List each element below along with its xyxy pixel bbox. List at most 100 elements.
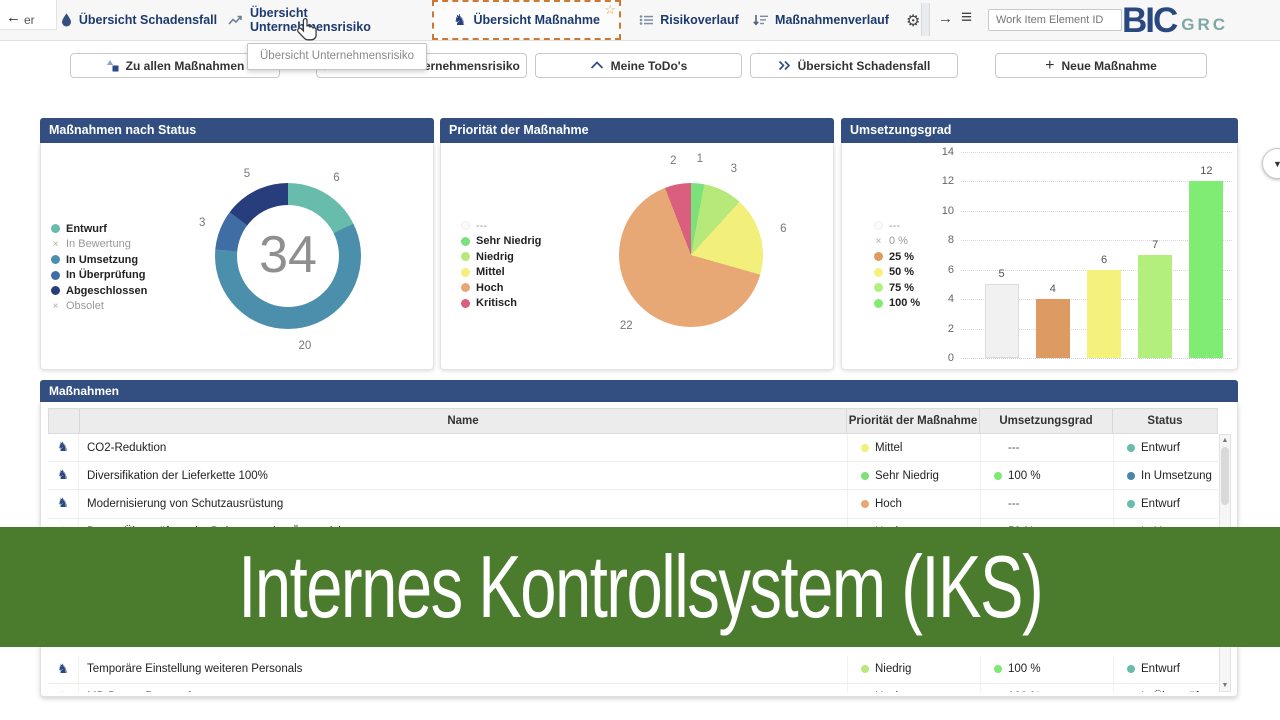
grad-legend-item[interactable]: 25 % [874, 249, 920, 265]
gridline [961, 152, 1232, 153]
toolbar-button-neue-ma-nahme[interactable]: +Neue Maßnahme [995, 53, 1207, 78]
column-header-umsetzungsgrad[interactable]: Umsetzungsgrad [979, 409, 1112, 433]
cell-priority: Mittel [847, 434, 980, 461]
bar-50[interactable] [1087, 270, 1121, 358]
cell-status: In Überprüfung [1113, 684, 1218, 692]
column-header-name[interactable]: Name [79, 409, 846, 433]
bic-grc-logo: BIC GRC [1122, 1, 1228, 39]
tab-ma-nahmenverlauf[interactable]: Maßnahmenverlauf [752, 0, 890, 40]
table-row[interactable]: ♞Modernisierung von SchutzausrüstungHoch… [48, 490, 1218, 518]
legend-label: 25 % [889, 251, 914, 263]
legend-dot-icon [461, 268, 470, 277]
legend-label: 100 % [889, 297, 920, 309]
status-donut-chart[interactable]: Entwurf ×In BewertungIn UmsetzungIn Überp… [40, 143, 434, 370]
column-header-icon[interactable] [49, 409, 79, 433]
table-row[interactable]: ♞MB-Demo: PenetrationstestHoch100 %In Üb… [48, 684, 1218, 692]
tab--bersicht-ma-nahme[interactable]: ♞Übersicht Maßnahme☆ [432, 0, 621, 40]
grad-legend-item[interactable]: --- [874, 218, 920, 234]
button-label: Neue Maßnahme [1061, 59, 1156, 73]
tooltip: Übersicht Unternehmensrisiko [247, 43, 427, 70]
legend-dot-icon [874, 283, 883, 292]
legend-dot-icon [874, 221, 883, 230]
tab--bersicht-unternehmensrisiko[interactable]: Übersicht Unternehmensrisiko [228, 0, 424, 40]
scroll-up-icon[interactable]: ▲ [1220, 437, 1230, 444]
legend-label: --- [476, 220, 487, 232]
legend-label: 0 % [889, 235, 908, 247]
pie-slice-value: 3 [731, 163, 737, 175]
status-legend-item[interactable]: Abgeschlossen [51, 283, 147, 299]
nav-remnant-panel: ← er [0, 0, 57, 30]
legend-dot-icon [51, 271, 60, 280]
tab-label: Maßnahmenverlauf [775, 13, 889, 27]
status-legend-item[interactable]: ×Obsolet [51, 299, 147, 315]
row-icon-cell: ♞ [48, 684, 78, 692]
y-axis-tick-label: 4 [930, 293, 954, 305]
cell-label: Sehr Niedrig [875, 470, 939, 482]
work-item-search-input[interactable] [988, 9, 1122, 31]
priority-legend-item[interactable]: Kritisch [461, 296, 541, 312]
tab-label: Übersicht Schadensfall [79, 13, 217, 27]
bar-[interactable] [985, 284, 1019, 358]
status-dot-icon [861, 500, 869, 508]
grad-legend-item[interactable]: 50 % [874, 265, 920, 281]
tab-risikoverlauf[interactable]: Risikoverlauf [634, 0, 744, 40]
donut-slice-value: 5 [244, 168, 250, 180]
cell-priority: Niedrig [847, 656, 980, 683]
knight-icon: ♞ [57, 691, 69, 692]
scroll-down-icon[interactable]: ▼ [1220, 682, 1230, 689]
bar-value-label: 12 [1200, 165, 1212, 177]
status-legend-item[interactable]: Entwurf [51, 221, 147, 237]
back-arrow-icon[interactable]: ← [6, 9, 21, 26]
table-row[interactable]: ♞Diversifikation der Lieferkette 100%Seh… [48, 462, 1218, 490]
status-legend-item[interactable]: In Überprüfung [51, 268, 147, 284]
menu-icon[interactable]: ≡ [961, 7, 972, 29]
top-nav: ← er Übersicht Schadensfall Übersicht Unt… [0, 0, 1280, 41]
status-legend-item[interactable]: In Umsetzung [51, 252, 147, 268]
grad-legend-item[interactable]: 75 % [874, 280, 920, 296]
tab-label: Übersicht Maßnahme [474, 13, 600, 27]
cell-label: Entwurf [1141, 498, 1180, 510]
table-row[interactable]: ♞CO2-ReduktionMittel---Entwurf [48, 434, 1218, 462]
priority-pie-chart[interactable]: --- Sehr Niedrig NiedrigMittelHochKritisch… [440, 143, 834, 370]
column-header-status[interactable]: Status [1112, 409, 1217, 433]
bar-75[interactable] [1138, 255, 1172, 358]
column-header-priorit-t-der-ma-nahme[interactable]: Priorität der Maßnahme [846, 409, 979, 433]
bar-25[interactable] [1036, 299, 1070, 358]
toolbar-button-meine-todo-s[interactable]: Meine ToDo's [535, 53, 742, 78]
cell-label: In Überprüfung [1141, 691, 1218, 692]
bar-value-label: 6 [1101, 254, 1107, 266]
grad-bar-chart[interactable]: ---×0 %25 %50 %75 %100 %0246810121454671… [841, 143, 1238, 370]
knight-icon: ♞ [57, 497, 69, 510]
priority-legend-item[interactable]: Sehr Niedrig [461, 234, 541, 250]
tab--bersicht-schadensfall[interactable]: Übersicht Schadensfall [55, 0, 223, 40]
legend-label: Sehr Niedrig [476, 235, 541, 247]
legend-label: Entwurf [66, 223, 107, 235]
toolbar-button--bersicht-schadensfall[interactable]: Übersicht Schadensfall [750, 53, 958, 78]
disabled-x-icon: × [51, 240, 60, 249]
bar-value-label: 7 [1152, 239, 1158, 251]
knight-icon: ♞ [57, 663, 69, 676]
grad-legend-item[interactable]: 100 % [874, 296, 920, 312]
priority-legend-item[interactable]: Mittel [461, 265, 541, 281]
status-dot-icon [1127, 500, 1135, 508]
status-legend-item[interactable]: ×In Bewertung [51, 237, 147, 253]
gear-icon[interactable]: ⚙ [906, 11, 920, 31]
priority-legend-item[interactable]: Hoch [461, 280, 541, 296]
collapse-filter-fab[interactable]: ▼ [1262, 148, 1280, 179]
list-icon [639, 14, 653, 26]
favorite-star-icon[interactable]: ☆ [604, 2, 616, 18]
table-row[interactable]: ♞Temporäre Einstellung weiteren Personal… [48, 656, 1218, 684]
arrow-right-icon[interactable]: → [938, 10, 953, 27]
pie-circle[interactable] [619, 183, 763, 327]
priority-legend-item[interactable]: --- [461, 218, 541, 234]
pie-slice-value: 1 [697, 153, 703, 165]
scrollbar-thumb[interactable] [1221, 447, 1229, 505]
cell-priority: Hoch [847, 684, 980, 692]
priority-legend-item[interactable]: Niedrig [461, 249, 541, 265]
legend-dot-icon [461, 237, 470, 246]
status-dot-icon [861, 665, 869, 673]
bar-100[interactable] [1189, 181, 1223, 358]
grad-legend-item[interactable]: ×0 % [874, 234, 920, 250]
tabstrip-scrollbar[interactable] [921, 3, 930, 36]
status-dot-icon [1127, 472, 1135, 480]
